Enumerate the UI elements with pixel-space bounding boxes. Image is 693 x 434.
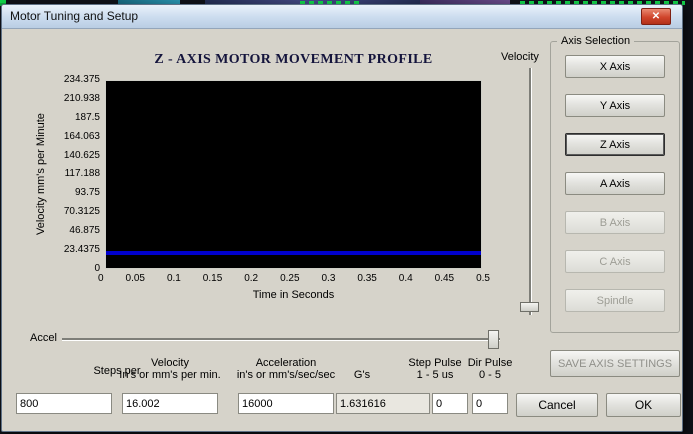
y-tick: 234.375 <box>63 74 100 85</box>
y-tick: 93.75 <box>74 187 100 199</box>
window-title: Motor Tuning and Setup <box>10 9 139 23</box>
acceleration-field-label: Acceleration <box>255 357 317 369</box>
velocity-slider-thumb[interactable] <box>520 302 539 312</box>
steps-per-input[interactable] <box>16 393 112 414</box>
plot-area <box>105 80 482 269</box>
y-tick: 140.625 <box>63 149 100 161</box>
acceleration-input[interactable] <box>238 393 334 414</box>
save-axis-settings-button[interactable]: SAVE AXIS SETTINGS <box>550 350 680 377</box>
titlebar[interactable]: Motor Tuning and Setup ✕ <box>2 5 682 29</box>
dir-pulse-sublabel: 0 - 5 <box>478 369 501 381</box>
x-tick: 0.1 <box>166 273 181 284</box>
chart-y-axis-label: Velocity mm's per Minute <box>35 113 47 236</box>
x-tick: 0.45 <box>434 273 455 284</box>
accel-slider-label: Accel <box>30 332 57 344</box>
velocity-field-sublabel: In's or mm's per min. <box>119 369 221 381</box>
x-tick: 0.35 <box>357 273 377 284</box>
velocity-slider-track[interactable] <box>529 68 532 315</box>
accel-slider-thumb[interactable] <box>488 330 499 349</box>
velocity-line <box>106 251 481 256</box>
close-button[interactable]: ✕ <box>641 8 671 25</box>
b-axis-button[interactable]: B Axis <box>565 211 665 234</box>
z-axis-button[interactable]: Z Axis <box>565 133 665 156</box>
x-tick: 0.2 <box>244 273 259 284</box>
y-tick: 46.875 <box>69 225 100 237</box>
close-icon: ✕ <box>651 10 661 22</box>
velocity-slider-label: Velocity <box>501 51 539 63</box>
chart-x-axis-label: Time in Seconds <box>252 289 335 301</box>
y-tick: 187.5 <box>74 111 100 123</box>
accel-slider-track[interactable] <box>62 338 500 341</box>
chart-title: Z - AXIS MOTOR MOVEMENT PROFILE <box>154 52 433 67</box>
y-tick: 117.188 <box>64 168 100 180</box>
x-tick: 0.5 <box>476 273 490 284</box>
y-tick: 164.063 <box>63 130 100 142</box>
gs-value-field <box>336 393 430 414</box>
gs-field-label: G's <box>353 369 371 381</box>
y-tick: 210.938 <box>63 92 100 104</box>
velocity-field-label: Velocity <box>151 357 189 369</box>
x-tick: 0.15 <box>202 273 223 284</box>
cancel-button[interactable]: Cancel <box>516 393 598 417</box>
x-tick: 0.05 <box>125 273 145 284</box>
x-axis-ticks: 0 0.05 0.1 0.15 0.2 0.25 0.3 0.35 0.4 0.… <box>98 273 490 284</box>
x-tick: 0.3 <box>321 273 336 284</box>
y-axis-ticks: 234.375 210.938 187.5 164.063 140.625 11… <box>52 75 100 274</box>
axis-selection-title: Axis Selection <box>561 35 631 47</box>
axis-selection-group: Axis Selection X Axis Y Axis Z Axis A Ax… <box>550 35 680 333</box>
dir-pulse-label: Dir Pulse <box>467 357 513 369</box>
motor-tuning-dialog: Motor Tuning and Setup ✕ Z - AXIS MOTOR … <box>1 4 683 432</box>
y-tick: 0 <box>94 262 100 274</box>
x-tick: 0 <box>98 273 104 284</box>
a-axis-button[interactable]: A Axis <box>565 172 665 195</box>
x-tick: 0.25 <box>280 273 300 284</box>
c-axis-button[interactable]: C Axis <box>565 250 665 273</box>
y-axis-button[interactable]: Y Axis <box>565 94 665 117</box>
acceleration-field-sublabel: in's or mm's/sec/sec <box>236 369 336 381</box>
spindle-button[interactable]: Spindle <box>565 289 665 312</box>
y-tick: 70.3125 <box>63 206 100 218</box>
y-tick: 23.4375 <box>63 244 100 256</box>
step-pulse-input[interactable] <box>432 393 468 414</box>
dir-pulse-input[interactable] <box>472 393 508 414</box>
ok-button[interactable]: OK <box>606 393 681 417</box>
x-axis-button[interactable]: X Axis <box>565 55 665 78</box>
velocity-input[interactable] <box>122 393 218 414</box>
x-tick: 0.4 <box>398 273 413 284</box>
